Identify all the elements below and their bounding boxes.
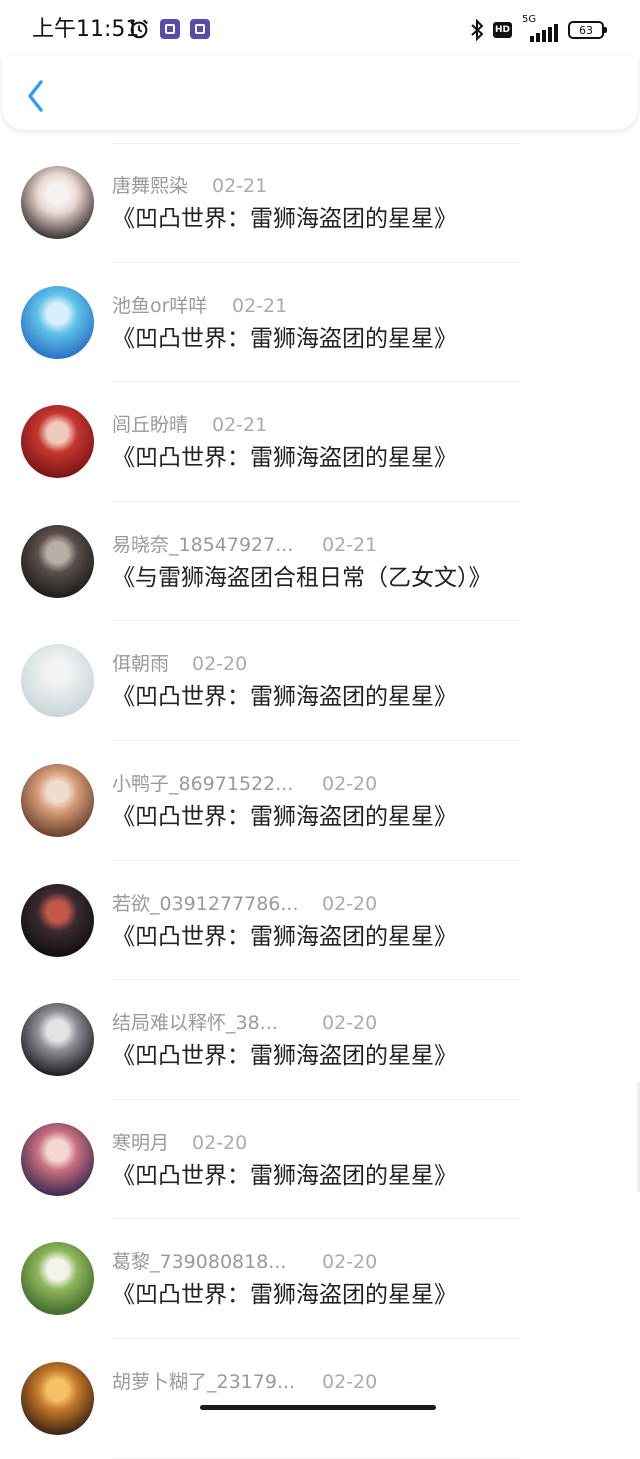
avatar[interactable] xyxy=(21,1242,94,1316)
username[interactable]: 池鱼or咩咩 xyxy=(112,293,207,319)
date: 02-21 xyxy=(322,533,378,556)
book-title[interactable]: 《凹凸世界：雷狮海盗团的星星》 xyxy=(112,801,457,833)
username[interactable]: 闾丘盼晴 xyxy=(112,412,188,438)
list-item[interactable]: 池鱼or咩咩 02-21 《凹凸世界：雷狮海盗团的星星》 xyxy=(0,263,640,383)
avatar[interactable] xyxy=(21,405,94,479)
book-title[interactable]: 《凹凸世界：雷狮海盗团的星星》 xyxy=(112,203,457,235)
date: 02-20 xyxy=(322,772,378,795)
username[interactable]: 胡萝卜糊了_23179... xyxy=(112,1369,295,1395)
back-button[interactable] xyxy=(22,78,52,114)
avatar[interactable] xyxy=(21,883,94,957)
book-title[interactable]: 《凹凸世界：雷狮海盗团的星星》 xyxy=(112,1279,457,1311)
book-title[interactable]: 《与雷狮海盗团合租日常（乙女文）》 xyxy=(112,562,492,594)
username[interactable]: 易晓奈_18547927... xyxy=(112,532,293,558)
list-item[interactable]: 唐舞熙染 02-21 《凹凸世界：雷狮海盗团的星星》 xyxy=(0,143,640,263)
battery-icon: 63 xyxy=(568,21,607,39)
header-bar xyxy=(2,56,638,130)
book-title[interactable]: 《凹凸世界：雷狮海盗团的星星》 xyxy=(112,681,457,713)
list-item[interactable]: 闾丘盼晴 02-21 《凹凸世界：雷狮海盗团的星星》 xyxy=(0,382,640,502)
list-item[interactable]: 结局难以释怀_38... 02-20 《凹凸世界：雷狮海盗团的星星》 xyxy=(0,980,640,1100)
date: 02-20 xyxy=(322,1012,378,1035)
avatar[interactable] xyxy=(21,1122,94,1196)
date: 02-20 xyxy=(322,1251,378,1274)
date: 02-21 xyxy=(212,175,268,197)
book-title[interactable]: 《凹凸世界：雷狮海盗团的星星》 xyxy=(112,1040,457,1072)
list-item[interactable]: 佴朝雨 02-20 《凹凸世界：雷狮海盗团的星星》 xyxy=(0,621,640,741)
app-notification-icon xyxy=(190,19,210,39)
status-left-icons xyxy=(128,18,210,40)
app-notification-icon xyxy=(160,19,180,39)
list-item[interactable]: 易晓奈_18547927... 02-21 《与雷狮海盗团合租日常（乙女文）》 xyxy=(0,502,640,622)
status-bar: 上午11:51 HD 5G 63 xyxy=(0,0,640,64)
avatar[interactable] xyxy=(21,1003,94,1077)
list-item[interactable]: 若欲_0391277786... 02-20 《凹凸世界：雷狮海盗团的星星》 xyxy=(0,861,640,981)
home-indicator[interactable] xyxy=(200,1405,436,1410)
username[interactable]: 若欲_0391277786... xyxy=(112,891,299,917)
username[interactable]: 结局难以释怀_38... xyxy=(112,1010,278,1036)
avatar[interactable] xyxy=(21,285,94,359)
status-right-icons: HD 5G 63 xyxy=(469,14,607,42)
date: 02-21 xyxy=(232,294,288,317)
username[interactable]: 葛黎_739080818... xyxy=(112,1249,286,1275)
battery-level: 63 xyxy=(579,23,593,37)
username[interactable]: 佴朝雨 xyxy=(112,651,169,677)
avatar[interactable] xyxy=(21,524,94,598)
avatar[interactable] xyxy=(21,166,94,239)
reader-list: 唐舞熙染 02-21 《凹凸世界：雷狮海盗团的星星》 池鱼or咩咩 02-21 《凹凸世界… xyxy=(0,143,640,1459)
list-item[interactable]: 寒明月 02-20 《凹凸世界：雷狮海盗团的星星》 xyxy=(0,1100,640,1220)
date: 02-20 xyxy=(192,653,248,676)
divider xyxy=(112,1457,520,1459)
list-item[interactable]: 小鸭子_86971522... 02-20 《凹凸世界：雷狮海盗团的星星》 xyxy=(0,741,640,861)
avatar[interactable] xyxy=(21,1361,94,1435)
date: 02-20 xyxy=(322,892,378,915)
date: 02-20 xyxy=(192,1131,248,1154)
alarm-clock-icon xyxy=(130,19,148,39)
avatar[interactable] xyxy=(21,763,94,837)
date: 02-20 xyxy=(322,1370,378,1393)
username[interactable]: 寒明月 xyxy=(112,1130,169,1156)
date: 02-21 xyxy=(212,414,268,437)
book-title[interactable]: 《凹凸世界：雷狮海盗团的星星》 xyxy=(112,442,457,474)
book-title[interactable]: 《凹凸世界：雷狮海盗团的星星》 xyxy=(112,1160,457,1192)
avatar[interactable] xyxy=(21,644,94,718)
hd-voice-icon: HD xyxy=(492,22,512,38)
book-title[interactable]: 《凹凸世界：雷狮海盗团的星星》 xyxy=(112,323,457,355)
bluetooth-icon xyxy=(471,19,484,41)
status-time: 上午11:51 xyxy=(32,17,140,42)
cellular-signal-icon: 5G xyxy=(520,14,560,42)
book-title[interactable]: 《凹凸世界：雷狮海盗团的星星》 xyxy=(112,921,457,953)
list-item[interactable]: 葛黎_739080818... 02-20 《凹凸世界：雷狮海盗团的星星》 xyxy=(0,1219,640,1339)
username[interactable]: 唐舞熙染 xyxy=(112,173,188,199)
chevron-left-icon xyxy=(28,80,43,112)
list-item[interactable]: 胡萝卜糊了_23179... 02-20 xyxy=(0,1339,640,1459)
username[interactable]: 小鸭子_86971522... xyxy=(112,771,293,797)
